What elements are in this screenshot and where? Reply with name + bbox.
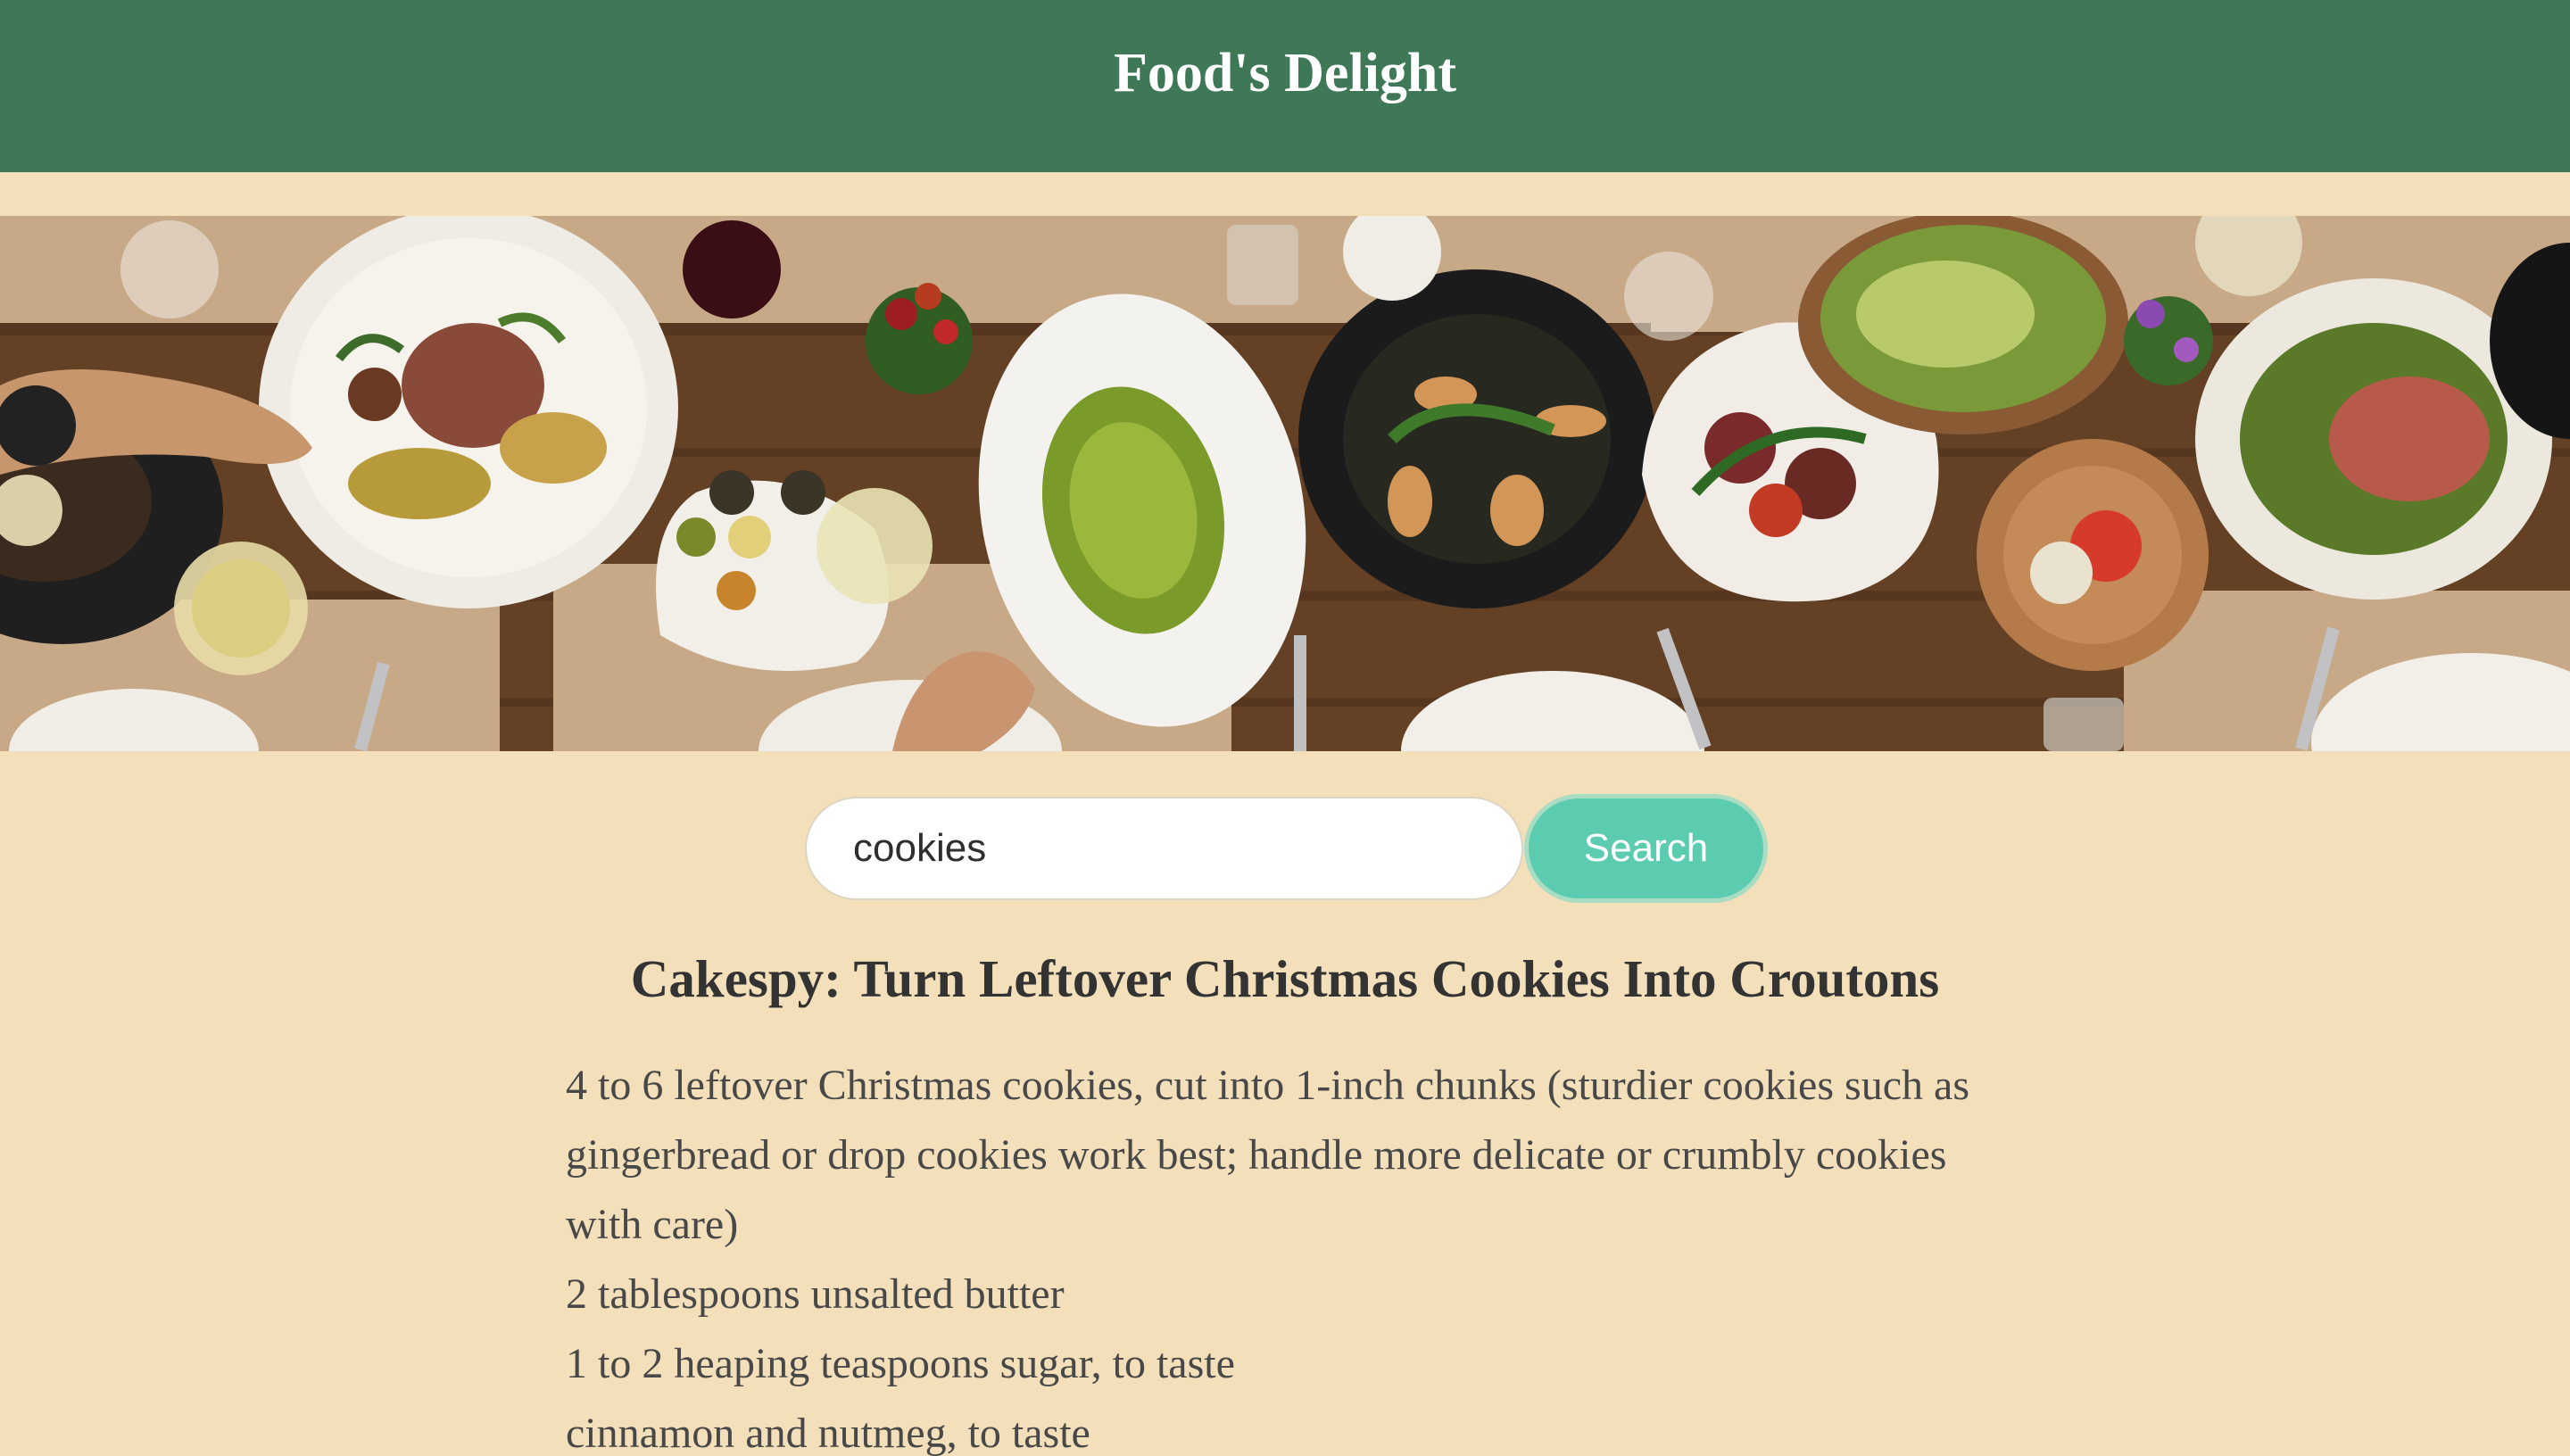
recipe-title: Cakespy: Turn Leftover Christmas Cookies… bbox=[630, 949, 1940, 1008]
site-header: Food's Delight bbox=[0, 0, 2570, 172]
ingredient-item: cinnamon and nutmeg, to taste bbox=[566, 1410, 1090, 1456]
hero-banner-image bbox=[0, 216, 2570, 751]
ingredient-item: 1 to 2 heaping teaspoons sugar, to taste bbox=[566, 1340, 1235, 1387]
ingredient-list: 4 to 6 leftover Christmas cookies, cut i… bbox=[566, 1051, 2011, 1456]
site-title: Food's Delight bbox=[1113, 43, 1457, 103]
search-button[interactable]: Search bbox=[1524, 794, 1768, 903]
search-input[interactable] bbox=[805, 797, 1523, 900]
ingredient-item: 4 to 6 leftover Christmas cookies, cut i… bbox=[566, 1062, 1970, 1248]
search-bar: Search bbox=[0, 794, 2570, 903]
ingredient-item: 2 tablespoons unsalted butter bbox=[566, 1270, 1065, 1318]
